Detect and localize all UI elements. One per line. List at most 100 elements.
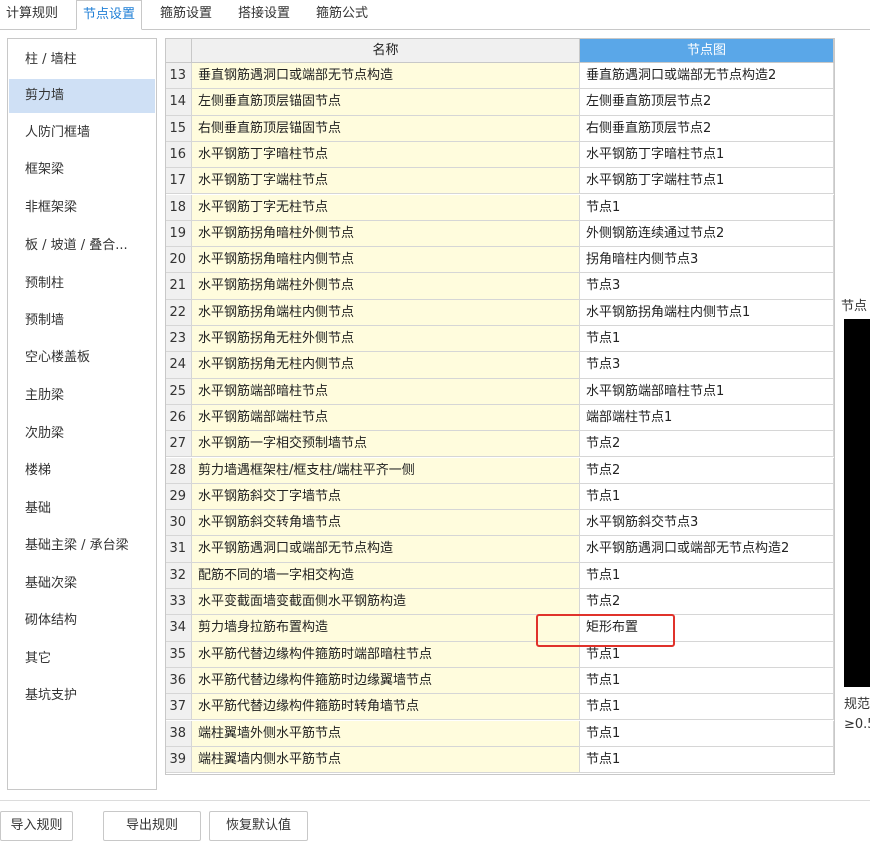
table-row[interactable]: 33 水平变截面墙变截面侧水平钢筋构造 节点2 [166,589,834,616]
tab-node-settings[interactable]: 节点设置 [76,0,143,30]
table-row[interactable]: 31 水平钢筋遇洞口或端部无节点构造 水平钢筋遇洞口或端部无节点构造2 [166,536,834,563]
table-row[interactable]: 18 水平钢筋丁字无柱节点 节点1 [166,194,834,221]
row-node-select-cell[interactable]: 节点3 [580,352,834,379]
row-index: 35 [166,641,192,668]
sidebar-item-secondary-rib-beam[interactable]: 次肋梁 [9,417,155,451]
row-index: 38 [166,720,192,747]
row-name-cell: 水平筋代替边缘构件箍筋时转角墙节点 [192,694,580,721]
preview-title: 节点 [841,299,868,314]
row-node-select-cell[interactable]: 节点1 [580,720,834,747]
row-name-cell: 水平钢筋丁字暗柱节点 [192,141,580,169]
sidebar-item-non-frame-beam[interactable]: 非框架梁 [9,191,155,225]
row-node-select-cell[interactable]: 右侧垂直筋顶层节点2 [580,115,834,142]
table-row[interactable]: 39 端柱翼墙内侧水平筋节点 节点1 [166,746,834,774]
table-row[interactable]: 19 水平钢筋拐角暗柱外侧节点 外侧钢筋连续通过节点2 [166,220,834,248]
row-node-select-cell[interactable]: 外侧钢筋连续通过节点2 [580,220,834,248]
row-node-select-cell[interactable]: 节点3 [580,273,834,300]
sidebar-item-precast-column[interactable]: 预制柱 [9,267,155,301]
sidebar-item-column-wallcolumn[interactable]: 柱 / 墙柱 [9,43,155,77]
table-row[interactable]: 23 水平钢筋拐角无柱外侧节点 节点1 [166,326,834,353]
sidebar-item-precast-wall[interactable]: 预制墙 [9,304,155,338]
row-node-select-cell[interactable]: 节点1 [580,562,834,589]
row-node-select-cell[interactable]: 节点1 [580,694,834,721]
row-name-cell: 水平钢筋拐角端柱内侧节点 [192,299,580,326]
row-node-select-cell[interactable]: 节点2 [580,589,834,616]
row-index: 37 [166,694,192,721]
row-node-select-cell[interactable]: 左侧垂直筋顶层节点2 [580,89,834,116]
sidebar-item-masonry[interactable]: 砌体结构 [9,604,155,638]
sidebar-item-pit-support[interactable]: 基坑支护 [9,679,155,713]
row-node-select-cell[interactable]: 垂直筋遇洞口或端部无节点构造2 [580,63,834,90]
row-node-select-cell[interactable]: 端部端柱节点1 [580,404,834,432]
node-diagram-canvas [844,319,870,687]
table-row[interactable]: 35 水平筋代替边缘构件箍筋时端部暗柱节点 节点1 [166,641,834,668]
table-row[interactable]: 27 水平钢筋一字相交预制墙节点 节点2 [166,431,834,458]
table-row[interactable]: 36 水平筋代替边缘构件箍筋时边缘翼墙节点 节点1 [166,667,834,695]
row-node-select-cell[interactable]: 拐角暗柱内侧节点3 [580,247,834,274]
row-node-select-cell[interactable]: 水平钢筋丁字暗柱节点1 [580,141,834,169]
restore-defaults-button[interactable]: 恢复默认值 [209,811,308,841]
row-node-select-cell[interactable]: 水平钢筋拐角端柱内侧节点1 [580,299,834,326]
table-row[interactable]: 26 水平钢筋端部端柱节点 端部端柱节点1 [166,404,834,432]
row-index: 16 [166,141,192,169]
row-node-select-cell[interactable]: 水平钢筋端部暗柱节点1 [580,378,834,405]
tab-calc-rules[interactable]: 计算规则 [0,0,64,28]
row-node-select-cell[interactable]: 水平钢筋遇洞口或端部无节点构造2 [580,536,834,563]
table-row[interactable]: 38 端柱翼墙外侧水平筋节点 节点1 [166,720,834,747]
table-header-name[interactable]: 名称 [192,39,580,63]
sidebar-item-foundation[interactable]: 基础 [9,492,155,526]
table-row[interactable]: 34 剪力墙身拉筋布置构造 矩形布置 [166,615,834,642]
sidebar-item-other[interactable]: 其它 [9,642,155,676]
table-row[interactable]: 22 水平钢筋拐角端柱内侧节点 水平钢筋拐角端柱内侧节点1 [166,299,834,326]
row-node-select-cell[interactable]: 水平钢筋丁字端柱节点1 [580,168,834,195]
table-row[interactable]: 32 配筋不同的墙一字相交构造 节点1 [166,562,834,589]
tab-stirrup-formula[interactable]: 箍筋公式 [310,0,374,28]
export-rules-button[interactable]: 导出规则 [103,811,201,841]
sidebar-item-shear-wall[interactable]: 剪力墙 [9,79,155,113]
row-node-select-cell[interactable]: 节点1 [580,746,834,774]
row-index: 28 [166,457,192,484]
row-node-select-cell[interactable]: 节点1 [580,194,834,221]
table-row[interactable]: 15 右侧垂直筋顶层锚固节点 右侧垂直筋顶层节点2 [166,115,834,142]
row-node-select-cell[interactable]: 节点2 [580,431,834,458]
table-row[interactable]: 14 左侧垂直筋顶层锚固节点 左侧垂直筋顶层节点2 [166,89,834,116]
sidebar-item-main-rib-beam[interactable]: 主肋梁 [9,379,155,413]
table-row[interactable]: 30 水平钢筋斜交转角墙节点 水平钢筋斜交节点3 [166,510,834,537]
row-name-cell: 水平钢筋端部端柱节点 [192,404,580,432]
row-index: 39 [166,746,192,774]
table-header-index [166,39,192,63]
import-rules-button[interactable]: 导入规则 [0,811,73,841]
row-node-select-cell[interactable]: 节点1 [580,667,834,695]
table-row[interactable]: 17 水平钢筋丁字端柱节点 水平钢筋丁字端柱节点1 [166,168,834,195]
row-name-cell: 左侧垂直筋顶层锚固节点 [192,89,580,116]
row-index: 20 [166,247,192,274]
sidebar-item-stairs[interactable]: 楼梯 [9,454,155,488]
row-node-select-cell[interactable]: 节点1 [580,483,834,511]
row-node-select-cell[interactable]: 节点1 [580,326,834,353]
table-row[interactable]: 21 水平钢筋拐角端柱外侧节点 节点3 [166,273,834,300]
table-header-node-diagram[interactable]: 节点图 [580,39,834,63]
sidebar-item-hollow-floor-slab[interactable]: 空心楼盖板 [9,341,155,375]
row-node-select-cell[interactable]: 水平钢筋斜交节点3 [580,510,834,537]
table-row[interactable]: 25 水平钢筋端部暗柱节点 水平钢筋端部暗柱节点1 [166,378,834,405]
table-row[interactable]: 13 垂直钢筋遇洞口或端部无节点构造 垂直筋遇洞口或端部无节点构造2 [166,63,834,90]
table-row[interactable]: 20 水平钢筋拐角暗柱内侧节点 拐角暗柱内侧节点3 [166,247,834,274]
sidebar-item-foundation-secondary-beam[interactable]: 基础次梁 [9,567,155,601]
row-node-select-cell[interactable]: 节点2 [580,457,834,484]
table-row[interactable]: 24 水平钢筋拐角无柱内侧节点 节点3 [166,352,834,379]
tab-lap-settings[interactable]: 搭接设置 [232,0,296,28]
row-name-cell: 剪力墙遇框架柱/框支柱/端柱平齐一侧 [192,457,580,484]
table-row[interactable]: 28 剪力墙遇框架柱/框支柱/端柱平齐一侧 节点2 [166,457,834,484]
row-node-select-cell[interactable]: 矩形布置 [580,615,834,642]
node-preview-panel: 节点 规范 ≥0.5 [836,291,870,741]
row-name-cell: 端柱翼墙外侧水平筋节点 [192,720,580,747]
row-node-select-cell[interactable]: 节点1 [580,641,834,668]
table-row[interactable]: 16 水平钢筋丁字暗柱节点 水平钢筋丁字暗柱节点1 [166,141,834,169]
sidebar-item-slab-ramp[interactable]: 板 / 坡道 / 叠合... [9,229,155,263]
table-row[interactable]: 37 水平筋代替边缘构件箍筋时转角墙节点 节点1 [166,694,834,721]
sidebar-item-foundation-main-beam[interactable]: 基础主梁 / 承台梁 [9,529,155,563]
tab-stirrup-settings[interactable]: 箍筋设置 [154,0,218,28]
sidebar-item-frame-beam[interactable]: 框架梁 [9,153,155,187]
sidebar-item-civil-defense-door-wall[interactable]: 人防门框墙 [9,116,155,150]
table-row[interactable]: 29 水平钢筋斜交丁字墙节点 节点1 [166,483,834,511]
